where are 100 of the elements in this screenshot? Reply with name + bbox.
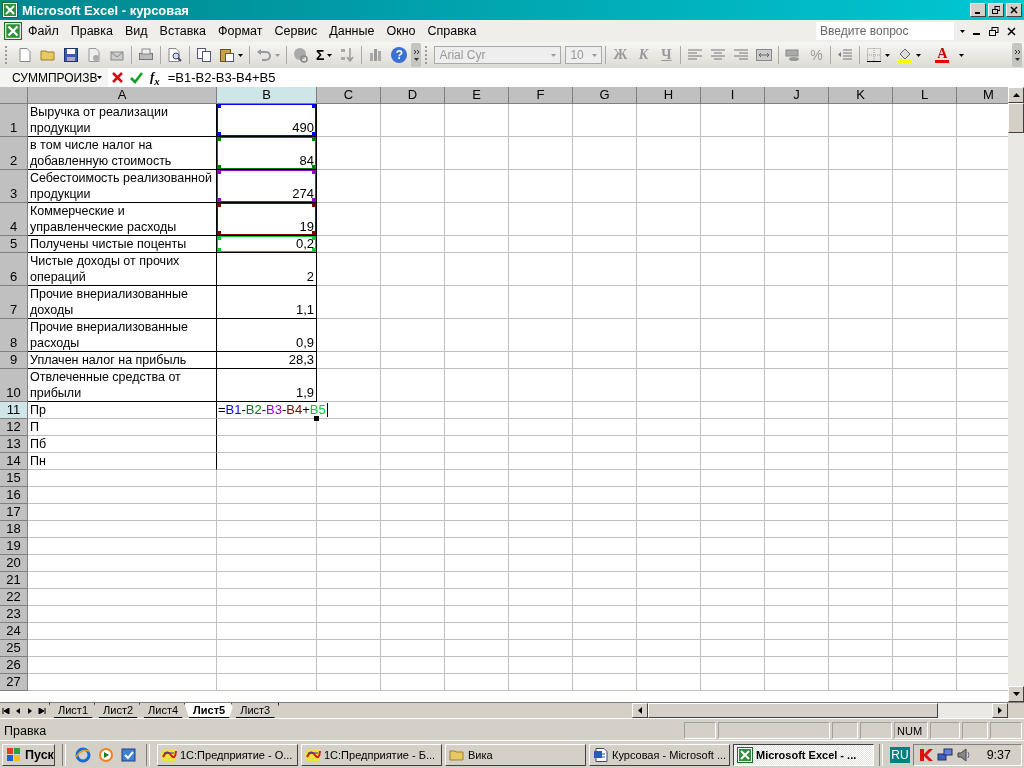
column-header[interactable]: K [829, 87, 893, 104]
column-header[interactable]: G [573, 87, 637, 104]
menu-item[interactable]: Справка [421, 22, 483, 40]
toolbar-options-button[interactable] [411, 43, 422, 67]
row-header[interactable]: 25 [0, 640, 28, 657]
row-header[interactable]: 27 [0, 674, 28, 691]
browser-button[interactable] [73, 746, 93, 763]
taskbar-button[interactable]: 1С:Предприятие - О... [157, 743, 298, 766]
globe-icon [293, 47, 309, 63]
minimize-button[interactable] [970, 3, 986, 17]
empty-cell [573, 606, 637, 623]
autosum-button[interactable]: Σ [313, 44, 336, 66]
vertical-scrollbar[interactable] [1008, 87, 1024, 702]
empty-cell [445, 521, 509, 538]
row-header[interactable]: 8 [0, 319, 28, 352]
column-header[interactable]: J [765, 87, 829, 104]
menu-item[interactable]: Данные [323, 22, 381, 40]
row-header[interactable]: 5 [0, 236, 28, 253]
empty-cell [701, 504, 765, 521]
row-header[interactable]: 14 [0, 453, 28, 470]
column-header[interactable]: B [217, 87, 317, 104]
scroll-thumb[interactable] [648, 703, 938, 718]
column-header[interactable]: I [701, 87, 765, 104]
empty-cell [701, 137, 765, 170]
row-header[interactable]: 9 [0, 352, 28, 369]
coins-icon [785, 47, 802, 63]
formula-field[interactable]: =B1-B2-B3-B4+B5 [163, 68, 1024, 87]
row-header[interactable]: 15 [0, 470, 28, 487]
row-header[interactable]: 16 [0, 487, 28, 504]
scroll-up-button[interactable] [1008, 87, 1024, 103]
empty-cell [381, 436, 445, 453]
toolbar-options-button[interactable] [1012, 43, 1022, 67]
paint-bucket-icon [897, 47, 914, 63]
row-header[interactable]: 11 [0, 402, 28, 419]
start-button[interactable]: Пуск [2, 743, 55, 766]
help-search-field[interactable]: Введите вопрос [816, 22, 954, 40]
taskbar-button[interactable]: Вика [445, 743, 586, 766]
scroll-down-button[interactable] [1008, 686, 1024, 702]
row-header[interactable]: 22 [0, 589, 28, 606]
row-header[interactable]: 6 [0, 253, 28, 286]
app-icon [161, 746, 177, 763]
menu-item[interactable]: Вид [118, 22, 154, 40]
row-header[interactable]: 3 [0, 170, 28, 203]
column-header[interactable]: C [317, 87, 381, 104]
row-header[interactable]: 10 [0, 369, 28, 402]
scroll-left-button[interactable] [632, 703, 648, 718]
menu-item[interactable]: Файл [22, 22, 65, 40]
chevron-icon [1013, 49, 1021, 61]
column-header[interactable]: L [893, 87, 957, 104]
row-header[interactable]: 19 [0, 538, 28, 555]
insert-function-button[interactable]: f$_{x}$ [146, 68, 164, 87]
row-header[interactable]: 24 [0, 623, 28, 640]
scroll-right-button[interactable] [992, 703, 1008, 718]
row-header[interactable]: 7 [0, 286, 28, 319]
menu-item[interactable]: Вставка [153, 22, 213, 40]
sheet-tab[interactable]: Лист5 [184, 703, 235, 718]
scroll-thumb[interactable] [1008, 103, 1024, 133]
row-header[interactable]: 23 [0, 606, 28, 623]
row-header[interactable]: 4 [0, 203, 28, 236]
column-header[interactable]: A [28, 87, 217, 104]
empty-cell [573, 589, 637, 606]
column-header[interactable]: E [445, 87, 509, 104]
row-header[interactable]: 1 [0, 104, 28, 137]
row-header[interactable]: 2 [0, 137, 28, 170]
row-header[interactable]: 20 [0, 555, 28, 572]
menu-item[interactable]: Окно [380, 22, 422, 40]
taskbar-button[interactable]: 1С:Предприятие - Б... [301, 743, 442, 766]
empty-cell [381, 623, 445, 640]
font-color-button[interactable]: A [925, 44, 968, 66]
empty-cell [573, 470, 637, 487]
language-indicator[interactable]: RU [890, 746, 910, 763]
close-button[interactable] [1006, 3, 1022, 17]
row-header[interactable]: 18 [0, 521, 28, 538]
help-button[interactable]: ? [391, 47, 408, 63]
row-header[interactable]: 13 [0, 436, 28, 453]
taskbar-button[interactable]: Microsoft Excel - ... [733, 743, 874, 766]
row-header[interactable]: 17 [0, 504, 28, 521]
row-header[interactable]: 21 [0, 572, 28, 589]
column-header[interactable]: D [381, 87, 445, 104]
sheet-tab[interactable]: Лист3 [231, 703, 280, 718]
column-header[interactable]: H [637, 87, 701, 104]
menu-item[interactable]: Правка [64, 22, 119, 40]
media-player-button[interactable] [96, 746, 116, 763]
horizontal-scrollbar[interactable] [632, 703, 1008, 718]
dropdown-arrow-icon [97, 76, 103, 79]
menu-item[interactable]: Формат [212, 22, 269, 40]
name-box[interactable]: СУММПРОИЗВ [0, 68, 108, 87]
desktop-button[interactable] [119, 746, 139, 763]
row-header[interactable]: 12 [0, 419, 28, 436]
taskbar-button[interactable]: Курсовая - Microsoft ... [589, 743, 730, 766]
row-header[interactable]: 26 [0, 657, 28, 674]
fill-handle[interactable] [314, 416, 319, 421]
column-header[interactable]: M [957, 87, 1008, 104]
menu-item[interactable]: Сервис [268, 22, 324, 40]
cell-editor[interactable]: =B1-B2-B3-B4+B5 [217, 402, 329, 418]
enter-button[interactable] [127, 71, 146, 84]
empty-cell [637, 419, 701, 436]
column-header[interactable]: F [509, 87, 573, 104]
empty-cell [509, 319, 573, 352]
restore-button[interactable] [988, 3, 1004, 17]
